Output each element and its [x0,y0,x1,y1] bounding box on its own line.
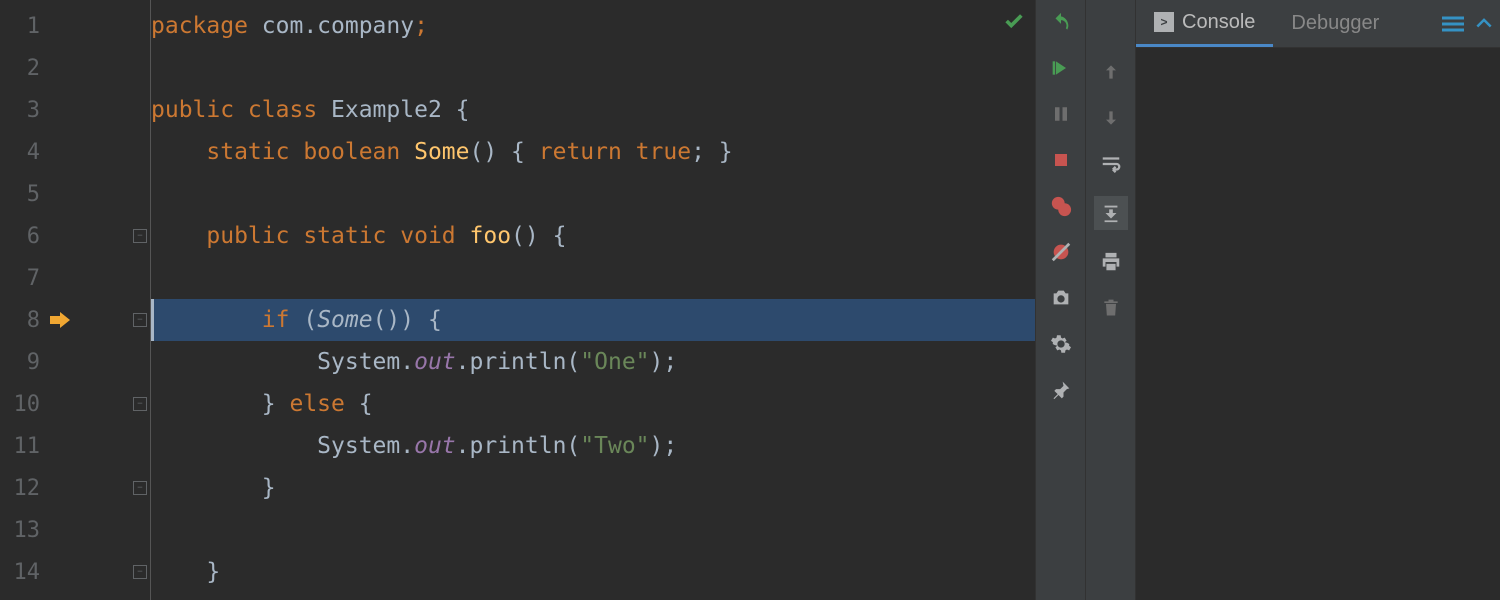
line-number: 2 [0,56,40,81]
line-number: 8 [0,308,40,333]
console-output[interactable] [1136,48,1500,600]
gutter-row[interactable]: 7 [0,257,150,299]
fold-toggle-icon[interactable] [133,397,147,411]
editor-area: 1234567891011121314 package com.company;… [0,0,1035,600]
code-line[interactable] [151,509,1035,551]
editor-gutter: 1234567891011121314 [0,0,150,600]
line-number: 6 [0,224,40,249]
settings-icon[interactable] [1047,330,1075,358]
line-number: 12 [0,476,40,501]
code-line[interactable]: public static void foo() { [151,215,1035,257]
code-line[interactable]: public class Example2 { [151,89,1035,131]
trash-icon[interactable] [1097,294,1125,322]
print-icon[interactable] [1097,248,1125,276]
gutter-row[interactable]: 6 [0,215,150,257]
panel-tabs: > Console Debugger [1136,0,1500,48]
scroll-to-end-icon[interactable] [1094,196,1128,230]
mute-breakpoints-icon[interactable] [1047,238,1075,266]
tab-console-label: Console [1182,11,1255,34]
soft-wrap-icon[interactable] [1097,150,1125,178]
debug-toolbar [1035,0,1085,600]
fold-toggle-icon[interactable] [133,313,147,327]
gutter-row[interactable]: 9 [0,341,150,383]
code-line[interactable]: } [151,551,1035,593]
gutter-row[interactable]: 11 [0,425,150,467]
up-arrow-icon[interactable] [1097,58,1125,86]
code-area[interactable]: package com.company; public class Example… [151,0,1035,600]
line-number: 5 [0,182,40,207]
gutter-row[interactable]: 14 [0,551,150,593]
gutter-row[interactable]: 13 [0,509,150,551]
line-number: 10 [0,392,40,417]
code-line[interactable]: System.out.println("One"); [151,341,1035,383]
code-line[interactable] [151,257,1035,299]
resume-icon[interactable] [1047,54,1075,82]
down-arrow-icon[interactable] [1097,104,1125,132]
line-number: 4 [0,140,40,165]
tab-console[interactable]: > Console [1136,0,1273,47]
code-line[interactable]: package com.company; [151,5,1035,47]
console-toolbar [1085,0,1135,600]
pin-icon[interactable] [1047,376,1075,404]
code-line[interactable] [151,173,1035,215]
line-number: 9 [0,350,40,375]
pause-icon[interactable] [1047,100,1075,128]
fold-toggle-icon[interactable] [133,565,147,579]
tab-debugger[interactable]: Debugger [1273,0,1397,47]
code-line[interactable]: } else { [151,383,1035,425]
line-number: 13 [0,518,40,543]
camera-icon[interactable] [1047,284,1075,312]
tab-debugger-label: Debugger [1291,12,1379,35]
gutter-row[interactable]: 4 [0,131,150,173]
fold-toggle-icon[interactable] [133,229,147,243]
gutter-row[interactable]: 2 [0,47,150,89]
gutter-row[interactable]: 10 [0,383,150,425]
line-number: 3 [0,98,40,123]
stop-icon[interactable] [1047,146,1075,174]
code-line[interactable]: } [151,467,1035,509]
line-number: 1 [0,14,40,39]
gutter-row[interactable]: 1 [0,5,150,47]
gutter-row[interactable]: 5 [0,173,150,215]
code-line[interactable]: static boolean Some() { return true; } [151,131,1035,173]
console-tab-icon: > [1154,12,1174,32]
line-number: 7 [0,266,40,291]
execution-point-icon [50,312,70,328]
gutter-row[interactable]: 8 [0,299,150,341]
code-line[interactable]: if (Some()) { [151,299,1035,341]
expand-up-icon[interactable] [1474,14,1500,34]
line-number: 14 [0,560,40,585]
hamburger-icon[interactable] [1432,15,1474,33]
code-line[interactable] [151,47,1035,89]
gutter-row[interactable]: 12 [0,467,150,509]
fold-toggle-icon[interactable] [133,481,147,495]
analysis-ok-icon[interactable] [1003,10,1025,32]
code-line[interactable]: System.out.println("Two"); [151,425,1035,467]
rerun-icon[interactable] [1047,8,1075,36]
line-number: 11 [0,434,40,459]
gutter-row[interactable]: 3 [0,89,150,131]
right-panel: > Console Debugger [1135,0,1500,600]
view-breakpoints-icon[interactable] [1047,192,1075,220]
